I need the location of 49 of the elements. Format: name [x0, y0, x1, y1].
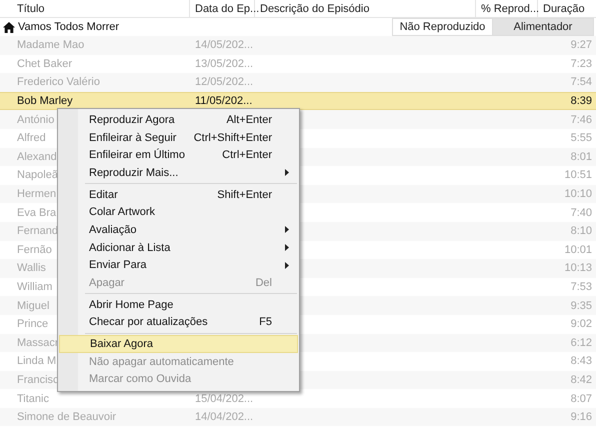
episode-date: 14/05/202...	[194, 39, 254, 52]
episode-title: Fernand	[17, 225, 58, 238]
episode-duration: 8:01	[570, 150, 593, 163]
episode-title: Wallis	[17, 262, 46, 274]
episode-date: 11/05/202...	[194, 95, 254, 108]
episode-title: Francisc	[17, 374, 59, 386]
episode-duration: 7:54	[570, 76, 593, 88]
episode-title: Frederico Valério	[17, 76, 100, 88]
episode-duration: 7:53	[570, 281, 593, 294]
episode-duration: 7:23	[570, 58, 593, 70]
episode-title: Linda M	[17, 355, 56, 368]
episode-duration: 9:02	[570, 318, 593, 330]
episode-title: Alfred	[17, 132, 46, 144]
episode-duration: 10:10	[564, 188, 593, 200]
episode-title: Prince	[17, 318, 48, 330]
episode-title: Bob Marley	[17, 95, 73, 108]
episode-duration: 9:16	[570, 411, 593, 424]
episode-title: Chet Baker	[17, 58, 72, 70]
episode-duration: 10:13	[564, 262, 593, 274]
episode-duration: 7:46	[570, 114, 593, 126]
episode-date: 14/04/202...	[194, 411, 254, 424]
episode-title: António	[17, 114, 54, 126]
episode-date: 13/05/202...	[194, 58, 254, 70]
episode-title: Napoleã	[17, 169, 58, 182]
episode-date: 15/04/202...	[194, 392, 254, 405]
episode-duration: 5:55	[570, 132, 593, 144]
episode-title: Simone de Beauvoir	[17, 411, 116, 424]
episode-title: Massacr	[17, 336, 59, 349]
episode-duration: 10:51	[564, 169, 593, 182]
episode-duration: 8:43	[570, 355, 593, 368]
episode-duration: 8:42	[570, 374, 593, 386]
episode-title: Miguel	[17, 300, 50, 312]
podcast-title: Vamos Todos Morrer	[18, 21, 120, 33]
episode-duration: 9:35	[570, 300, 593, 312]
episode-title: Eva Bra	[17, 206, 56, 219]
episode-title: Hermen	[17, 188, 56, 200]
episode-duration: 8:10	[570, 225, 593, 238]
episode-duration: 7:40	[570, 206, 593, 219]
episode-duration: 8:07	[570, 392, 593, 405]
episode-duration: 8:39	[570, 95, 593, 108]
episode-duration: 10:01	[564, 244, 593, 256]
episode-title: Titanic	[17, 392, 49, 405]
episode-duration: 9:27	[570, 39, 593, 52]
episode-date: 12/05/202...	[194, 76, 254, 88]
episode-title: William	[17, 281, 52, 294]
episode-title: Alexand	[17, 150, 57, 163]
episode-duration: 6:12	[570, 336, 593, 349]
episode-title: Fernão	[17, 244, 52, 256]
episode-title: Madame Mao	[17, 39, 84, 52]
